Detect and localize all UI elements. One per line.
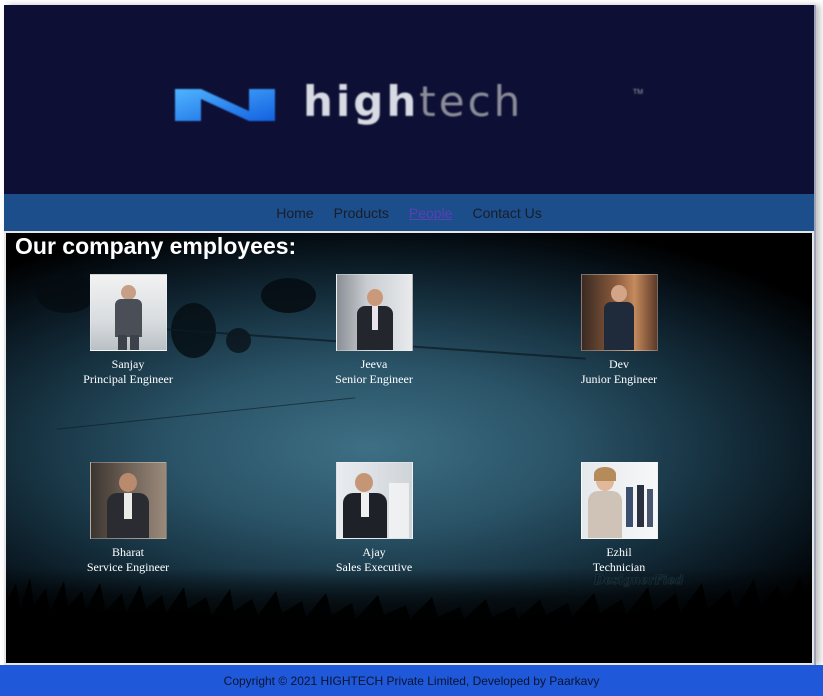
- copyright-text: Copyright © 2021 HIGHTECH Private Limite…: [223, 673, 600, 688]
- employee-role: Sales Executive: [335, 560, 413, 574]
- employee-card: Sanjay Principal Engineer: [48, 274, 208, 387]
- nav-home-link[interactable]: Home: [266, 205, 323, 221]
- main-navigation: Home Products People Contact Us: [4, 194, 814, 231]
- employee-name: Dev: [609, 357, 629, 371]
- employee-card: Ezhil Technician: [539, 462, 699, 575]
- employee-name: Jeeva: [360, 357, 388, 371]
- employee-name: Ajay: [362, 545, 386, 559]
- employee-role: Service Engineer: [86, 560, 170, 574]
- employee-card: Dev Junior Engineer: [539, 274, 699, 387]
- employee-card: Ajay Sales Executive: [294, 462, 454, 575]
- employee-photo: [335, 274, 413, 351]
- background-watermark: DesignerFied: [594, 573, 684, 587]
- employee-card: Bharat Service Engineer: [48, 462, 208, 575]
- employee-name: Sanjay: [111, 357, 145, 371]
- employee-card: Jeeva Senior Engineer: [294, 274, 454, 387]
- employee-photo: [580, 462, 658, 539]
- nav-contact-link[interactable]: Contact Us: [462, 205, 551, 221]
- employee-role: Junior Engineer: [580, 372, 658, 386]
- hightech-logo[interactable]: hightech TM: [171, 77, 661, 127]
- employee-name: Bharat: [112, 545, 144, 559]
- employee-role: Principal Engineer: [83, 372, 173, 386]
- employee-photo: [89, 462, 167, 539]
- site-footer: Copyright © 2021 HIGHTECH Private Limite…: [0, 665, 823, 696]
- logo-trademark: TM: [633, 89, 644, 96]
- texture-blot: [226, 328, 251, 353]
- employee-name: Ezhil: [606, 545, 632, 559]
- employees-section: Our company employees: Sanjay Principal …: [4, 231, 814, 665]
- employee-role: Senior Engineer: [335, 372, 413, 386]
- nav-people-link[interactable]: People: [399, 205, 463, 221]
- site-header: hightech TM: [4, 5, 814, 194]
- nav-products-link[interactable]: Products: [324, 205, 399, 221]
- logo-mark-icon: [175, 89, 275, 121]
- logo-wordmark: hightech: [303, 77, 524, 126]
- texture-crack: [56, 397, 356, 430]
- ground-shadow: [6, 568, 812, 663]
- employee-photo: [89, 274, 167, 351]
- page-title: Our company employees:: [15, 233, 297, 259]
- employee-photo: [335, 462, 413, 539]
- employee-photo: [580, 274, 658, 351]
